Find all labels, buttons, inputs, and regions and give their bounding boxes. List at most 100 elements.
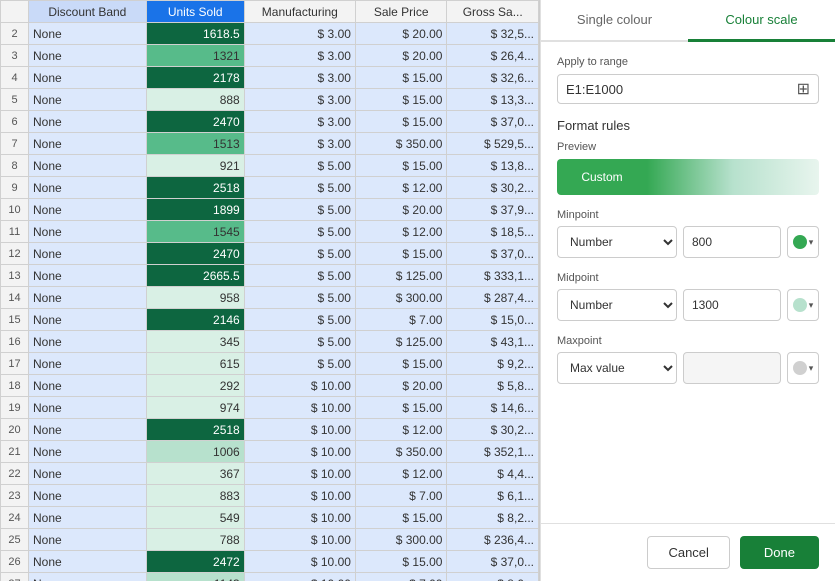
sale-price-cell[interactable]: $ 15.00 bbox=[355, 155, 447, 177]
units-sold-cell[interactable]: 921 bbox=[146, 155, 244, 177]
gross-sales-cell[interactable]: $ 26,4... bbox=[447, 45, 539, 67]
gross-sales-cell[interactable]: $ 4,4... bbox=[447, 463, 539, 485]
manufacturing-cell[interactable]: $ 3.00 bbox=[244, 133, 355, 155]
sale-price-cell[interactable]: $ 350.00 bbox=[355, 133, 447, 155]
discount-band-cell[interactable]: None bbox=[29, 89, 147, 111]
table-row[interactable]: 14None958$ 5.00$ 300.00$ 287,4... bbox=[1, 287, 539, 309]
units-sold-cell[interactable]: 1321 bbox=[146, 45, 244, 67]
minpoint-type-select[interactable]: Number Percent Percentile Min value bbox=[557, 226, 677, 258]
midpoint-value-input[interactable] bbox=[683, 289, 781, 321]
table-row[interactable]: 17None615$ 5.00$ 15.00$ 9,2... bbox=[1, 353, 539, 375]
table-row[interactable]: 3None1321$ 3.00$ 20.00$ 26,4... bbox=[1, 45, 539, 67]
gross-sales-cell[interactable]: $ 5,8... bbox=[447, 375, 539, 397]
gross-sales-cell[interactable]: $ 15,0... bbox=[447, 309, 539, 331]
sale-price-cell[interactable]: $ 12.00 bbox=[355, 177, 447, 199]
tab-single-colour[interactable]: Single colour bbox=[541, 0, 688, 42]
table-row[interactable]: 27None1143$ 10.00$ 7.00$ 8,0... bbox=[1, 573, 539, 581]
manufacturing-cell[interactable]: $ 10.00 bbox=[244, 507, 355, 529]
manufacturing-cell[interactable]: $ 3.00 bbox=[244, 45, 355, 67]
gross-sales-cell[interactable]: $ 37,9... bbox=[447, 199, 539, 221]
units-sold-cell[interactable]: 883 bbox=[146, 485, 244, 507]
gross-sales-cell[interactable]: $ 8,2... bbox=[447, 507, 539, 529]
minpoint-value-input[interactable] bbox=[683, 226, 781, 258]
sale-price-cell[interactable]: $ 12.00 bbox=[355, 221, 447, 243]
sale-price-cell[interactable]: $ 20.00 bbox=[355, 45, 447, 67]
col-e-header[interactable]: Units Sold bbox=[146, 1, 244, 23]
units-sold-cell[interactable]: 615 bbox=[146, 353, 244, 375]
units-sold-cell[interactable]: 1513 bbox=[146, 133, 244, 155]
maxpoint-type-select[interactable]: Max value Number Percent Percentile bbox=[557, 352, 677, 384]
gross-sales-cell[interactable]: $ 236,4... bbox=[447, 529, 539, 551]
gross-sales-cell[interactable]: $ 30,2... bbox=[447, 419, 539, 441]
gross-sales-cell[interactable]: $ 529,5... bbox=[447, 133, 539, 155]
units-sold-cell[interactable]: 2518 bbox=[146, 177, 244, 199]
sale-price-cell[interactable]: $ 125.00 bbox=[355, 265, 447, 287]
units-sold-cell[interactable]: 2665.5 bbox=[146, 265, 244, 287]
table-row[interactable]: 7None1513$ 3.00$ 350.00$ 529,5... bbox=[1, 133, 539, 155]
discount-band-cell[interactable]: None bbox=[29, 177, 147, 199]
midpoint-type-select[interactable]: Number Percent Percentile None bbox=[557, 289, 677, 321]
gross-sales-cell[interactable]: $ 13,8... bbox=[447, 155, 539, 177]
gross-sales-cell[interactable]: $ 6,1... bbox=[447, 485, 539, 507]
gross-sales-cell[interactable]: $ 9,2... bbox=[447, 353, 539, 375]
sale-price-cell[interactable]: $ 7.00 bbox=[355, 573, 447, 581]
sale-price-cell[interactable]: $ 20.00 bbox=[355, 23, 447, 45]
table-row[interactable]: 6None2470$ 3.00$ 15.00$ 37,0... bbox=[1, 111, 539, 133]
gross-sales-cell[interactable]: $ 32,6... bbox=[447, 67, 539, 89]
col-f-header[interactable]: Manufacturing bbox=[244, 1, 355, 23]
units-sold-cell[interactable]: 292 bbox=[146, 375, 244, 397]
discount-band-cell[interactable]: None bbox=[29, 111, 147, 133]
discount-band-cell[interactable]: None bbox=[29, 243, 147, 265]
discount-band-cell[interactable]: None bbox=[29, 419, 147, 441]
sale-price-cell[interactable]: $ 125.00 bbox=[355, 331, 447, 353]
gross-sales-cell[interactable]: $ 43,1... bbox=[447, 331, 539, 353]
table-row[interactable]: 21None1006$ 10.00$ 350.00$ 352,1... bbox=[1, 441, 539, 463]
discount-band-cell[interactable]: None bbox=[29, 573, 147, 581]
table-row[interactable]: 5None888$ 3.00$ 15.00$ 13,3... bbox=[1, 89, 539, 111]
sale-price-cell[interactable]: $ 7.00 bbox=[355, 485, 447, 507]
discount-band-cell[interactable]: None bbox=[29, 45, 147, 67]
table-row[interactable]: 25None788$ 10.00$ 300.00$ 236,4... bbox=[1, 529, 539, 551]
discount-band-cell[interactable]: None bbox=[29, 551, 147, 573]
manufacturing-cell[interactable]: $ 3.00 bbox=[244, 89, 355, 111]
manufacturing-cell[interactable]: $ 10.00 bbox=[244, 529, 355, 551]
minpoint-color-button[interactable]: ▾ bbox=[787, 226, 819, 258]
gross-sales-cell[interactable]: $ 30,2... bbox=[447, 177, 539, 199]
discount-band-cell[interactable]: None bbox=[29, 287, 147, 309]
units-sold-cell[interactable]: 1545 bbox=[146, 221, 244, 243]
maxpoint-color-button[interactable]: ▾ bbox=[787, 352, 819, 384]
cancel-button[interactable]: Cancel bbox=[647, 536, 729, 569]
manufacturing-cell[interactable]: $ 10.00 bbox=[244, 551, 355, 573]
sale-price-cell[interactable]: $ 15.00 bbox=[355, 551, 447, 573]
discount-band-cell[interactable]: None bbox=[29, 155, 147, 177]
sale-price-cell[interactable]: $ 20.00 bbox=[355, 199, 447, 221]
discount-band-cell[interactable]: None bbox=[29, 397, 147, 419]
manufacturing-cell[interactable]: $ 10.00 bbox=[244, 397, 355, 419]
manufacturing-cell[interactable]: $ 5.00 bbox=[244, 265, 355, 287]
units-sold-cell[interactable]: 1618.5 bbox=[146, 23, 244, 45]
sale-price-cell[interactable]: $ 15.00 bbox=[355, 89, 447, 111]
gross-sales-cell[interactable]: $ 333,1... bbox=[447, 265, 539, 287]
units-sold-cell[interactable]: 1143 bbox=[146, 573, 244, 581]
gross-sales-cell[interactable]: $ 37,0... bbox=[447, 243, 539, 265]
discount-band-cell[interactable]: None bbox=[29, 463, 147, 485]
discount-band-cell[interactable]: None bbox=[29, 485, 147, 507]
manufacturing-cell[interactable]: $ 5.00 bbox=[244, 177, 355, 199]
units-sold-cell[interactable]: 974 bbox=[146, 397, 244, 419]
table-row[interactable]: 13None2665.5$ 5.00$ 125.00$ 333,1... bbox=[1, 265, 539, 287]
discount-band-cell[interactable]: None bbox=[29, 199, 147, 221]
units-sold-cell[interactable]: 2472 bbox=[146, 551, 244, 573]
manufacturing-cell[interactable]: $ 5.00 bbox=[244, 309, 355, 331]
gross-sales-cell[interactable]: $ 352,1... bbox=[447, 441, 539, 463]
table-row[interactable]: 22None367$ 10.00$ 12.00$ 4,4... bbox=[1, 463, 539, 485]
table-row[interactable]: 23None883$ 10.00$ 7.00$ 6,1... bbox=[1, 485, 539, 507]
discount-band-cell[interactable]: None bbox=[29, 331, 147, 353]
gross-sales-cell[interactable]: $ 13,3... bbox=[447, 89, 539, 111]
discount-band-cell[interactable]: None bbox=[29, 23, 147, 45]
discount-band-cell[interactable]: None bbox=[29, 221, 147, 243]
sale-price-cell[interactable]: $ 15.00 bbox=[355, 243, 447, 265]
manufacturing-cell[interactable]: $ 10.00 bbox=[244, 573, 355, 581]
units-sold-cell[interactable]: 549 bbox=[146, 507, 244, 529]
table-row[interactable]: 8None921$ 5.00$ 15.00$ 13,8... bbox=[1, 155, 539, 177]
discount-band-cell[interactable]: None bbox=[29, 133, 147, 155]
